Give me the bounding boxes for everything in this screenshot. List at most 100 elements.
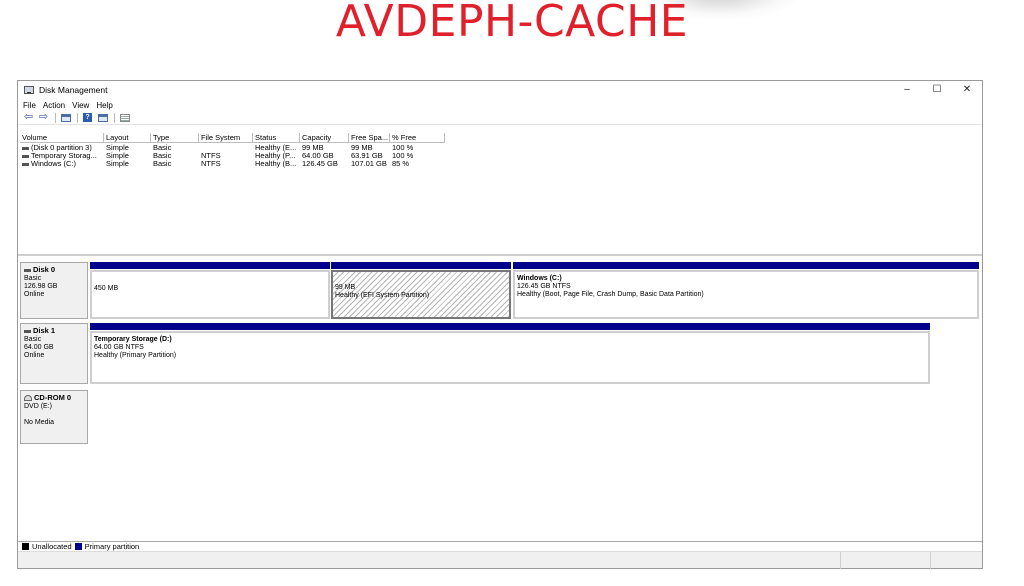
legend: Unallocated Primary partition bbox=[18, 541, 982, 551]
column-header-status[interactable]: Status bbox=[253, 133, 300, 143]
menu-help[interactable]: Help bbox=[96, 101, 112, 110]
disk-state: Online bbox=[24, 291, 45, 298]
capacity-cell: 99 MB bbox=[302, 144, 324, 152]
cdrom-0-row: CD-ROM 0 DVD (E:) No Media bbox=[20, 390, 980, 444]
file-system-cell bbox=[199, 144, 253, 152]
disk-state: Online bbox=[24, 352, 45, 359]
cdrom-0-label[interactable]: CD-ROM 0 DVD (E:) No Media bbox=[20, 390, 88, 444]
disk-0-row: Disk 0 Basic 126.98 GB Online 450 MB 99 … bbox=[20, 262, 980, 319]
table-row[interactable]: Temporary Storag... Simple Basic NTFS He… bbox=[20, 152, 445, 160]
column-header-file-system[interactable]: File System bbox=[199, 133, 253, 143]
minimize-button[interactable]: – bbox=[892, 81, 922, 98]
banner-title: AVDEPH-CACHE bbox=[335, 0, 689, 47]
disk-size: 64.00 GB bbox=[24, 344, 54, 351]
layout-cell: Simple bbox=[106, 160, 129, 168]
free-space-cell: 63.91 GB bbox=[351, 152, 383, 160]
menu-action[interactable]: Action bbox=[43, 101, 65, 110]
file-system-cell: NTFS bbox=[201, 160, 221, 168]
close-button[interactable]: ✕ bbox=[952, 81, 982, 98]
volume-list-pane[interactable]: Volume Layout Type File System Status Ca… bbox=[18, 133, 982, 256]
toolbar-separator bbox=[77, 112, 78, 123]
partition-title: Windows (C:) bbox=[517, 275, 562, 282]
disk-1-label[interactable]: Disk 1 Basic 64.00 GB Online bbox=[20, 323, 88, 384]
column-header-layout[interactable]: Layout bbox=[104, 133, 151, 143]
partition-size: 64.00 GB NTFS bbox=[94, 344, 144, 351]
title-bar[interactable]: Disk Management – ☐ ✕ bbox=[18, 81, 982, 98]
status-cell: Healthy (P... bbox=[255, 152, 296, 160]
back-button[interactable]: ⇦ bbox=[22, 112, 35, 123]
disk-icon bbox=[24, 329, 31, 333]
volume-cell: Windows (C:) bbox=[20, 160, 104, 168]
disk-type: Basic bbox=[24, 336, 42, 343]
disk-icon bbox=[24, 268, 31, 272]
disk-type: Basic bbox=[24, 275, 42, 282]
percent-free-cell: 100 % bbox=[392, 152, 414, 160]
volume-cell: (Disk 0 partition 3) bbox=[20, 144, 104, 152]
status-divider bbox=[930, 552, 931, 569]
forward-icon: ⇨ bbox=[38, 111, 49, 123]
menu-bar: File Action View Help bbox=[18, 99, 120, 111]
disk-name: CD-ROM 0 bbox=[34, 393, 72, 402]
primary-partition-bar bbox=[331, 262, 511, 269]
column-header-volume[interactable]: Volume bbox=[20, 133, 104, 143]
volume-icon bbox=[22, 154, 29, 158]
partition-size: 99 MB bbox=[335, 284, 356, 291]
table-row[interactable]: (Disk 0 partition 3) Simple Basic Health… bbox=[20, 144, 445, 152]
column-header-capacity[interactable]: Capacity bbox=[300, 133, 349, 143]
primary-partition-bar bbox=[513, 262, 979, 269]
column-header-percent-free[interactable]: % Free bbox=[390, 133, 445, 143]
status-bar bbox=[18, 551, 982, 569]
disk-1-row: Disk 1 Basic 64.00 GB Online Temporary S… bbox=[20, 323, 980, 384]
column-header-type[interactable]: Type bbox=[151, 133, 199, 143]
volume-name: Temporary Storag... bbox=[31, 152, 97, 160]
help-button[interactable]: ? bbox=[81, 112, 94, 123]
window-controls: – ☐ ✕ bbox=[892, 81, 982, 98]
volume-name: (Disk 0 partition 3) bbox=[31, 144, 92, 152]
capacity-cell: 126.45 GB bbox=[302, 160, 338, 168]
file-system-cell: NTFS bbox=[201, 152, 221, 160]
volume-name: Windows (C:) bbox=[31, 160, 77, 168]
partition-windows-c[interactable]: Windows (C:) 126.45 GB NTFS Healthy (Boo… bbox=[513, 262, 979, 319]
maximize-button[interactable]: ☐ bbox=[922, 81, 952, 98]
partition-size: 126.45 GB NTFS bbox=[517, 283, 571, 290]
volume-list-button[interactable] bbox=[59, 112, 72, 123]
volume-icon bbox=[22, 162, 29, 166]
status-cell: Healthy (B... bbox=[255, 160, 297, 168]
toolbar-separator bbox=[114, 112, 115, 123]
table-row[interactable]: Windows (C:) Simple Basic NTFS Healthy (… bbox=[20, 160, 445, 168]
disk-graphical-pane[interactable]: Disk 0 Basic 126.98 GB Online 450 MB 99 … bbox=[18, 258, 982, 540]
column-header-free-space[interactable]: Free Spa... bbox=[349, 133, 390, 143]
partition-title: Temporary Storage (D:) bbox=[94, 336, 172, 343]
list-view-button[interactable] bbox=[118, 112, 131, 123]
properties-button[interactable] bbox=[96, 112, 109, 123]
partition-recovery[interactable]: 450 MB bbox=[90, 262, 330, 319]
partition-temporary-storage-d[interactable]: Temporary Storage (D:) 64.00 GB NTFS Hea… bbox=[90, 323, 930, 384]
type-cell: Basic bbox=[153, 152, 172, 160]
menu-view[interactable]: View bbox=[72, 101, 89, 110]
primary-partition-bar bbox=[90, 262, 330, 269]
forward-button[interactable]: ⇨ bbox=[37, 112, 50, 123]
layout-cell: Simple bbox=[106, 144, 129, 152]
cdrom-icon bbox=[24, 395, 32, 402]
toolbar: ⇦ ⇨ ? bbox=[18, 111, 982, 125]
disk-type: DVD (E:) bbox=[24, 403, 52, 410]
partition-efi[interactable]: 99 MB Healthy (EFI System Partition) bbox=[331, 262, 511, 319]
volume-list-icon bbox=[60, 113, 71, 122]
primary-partition-swatch bbox=[74, 543, 82, 550]
partition-status: Healthy (Boot, Page File, Crash Dump, Ba… bbox=[517, 291, 704, 298]
free-space-cell: 107.01 GB bbox=[351, 160, 387, 168]
disk-name: Disk 1 bbox=[33, 326, 56, 335]
partition-body: 450 MB bbox=[90, 270, 330, 319]
help-icon: ? bbox=[83, 113, 92, 122]
disk-size: 126.98 GB bbox=[24, 283, 58, 290]
disk-0-label[interactable]: Disk 0 Basic 126.98 GB Online bbox=[20, 262, 88, 319]
menu-file[interactable]: File bbox=[23, 101, 36, 110]
list-view-icon bbox=[119, 113, 130, 122]
volume-cell: Temporary Storag... bbox=[20, 152, 104, 160]
disk-name: Disk 0 bbox=[33, 265, 56, 274]
type-cell: Basic bbox=[153, 144, 172, 152]
legend-unallocated: Unallocated bbox=[22, 542, 72, 551]
disk-management-window: Disk Management – ☐ ✕ File Action View H… bbox=[17, 80, 983, 569]
type-cell: Basic bbox=[153, 160, 172, 168]
legend-primary-partition: Primary partition bbox=[74, 542, 139, 551]
